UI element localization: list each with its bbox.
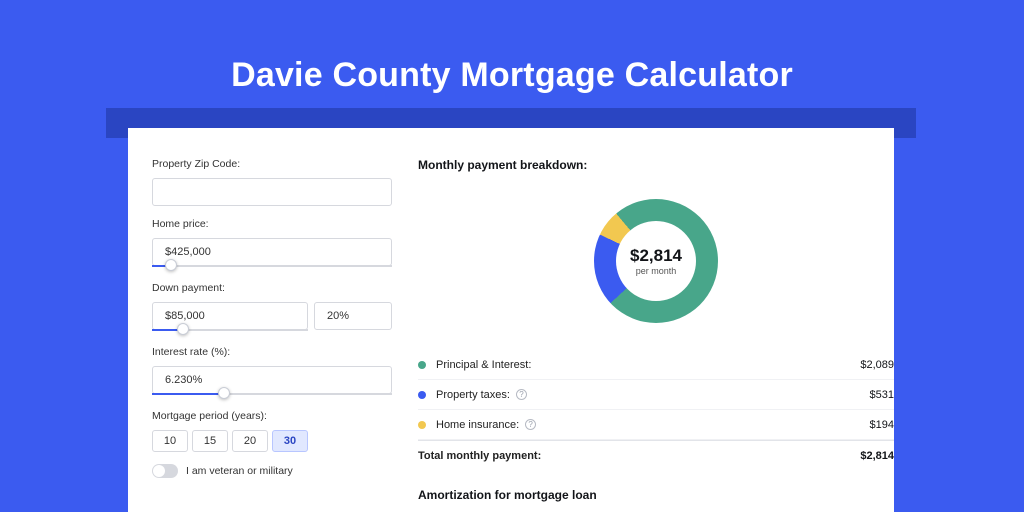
home-price-label: Home price: (152, 218, 408, 230)
legend-bullet-icon (418, 391, 426, 399)
interest-group: Interest rate (%): (152, 346, 408, 398)
veteran-row: I am veteran or military (152, 464, 408, 478)
info-icon[interactable]: ? (525, 419, 536, 430)
down-payment-slider-thumb[interactable] (177, 323, 189, 335)
page: Davie County Mortgage Calculator Propert… (0, 0, 1024, 512)
calculator-card: Property Zip Code: Home price: Down paym… (128, 128, 894, 512)
veteran-toggle[interactable] (152, 464, 178, 478)
page-title: Davie County Mortgage Calculator (0, 0, 1024, 95)
period-option-20[interactable]: 20 (232, 430, 268, 452)
breakdown-title: Monthly payment breakdown: (418, 158, 894, 172)
legend-label: Home insurance: (436, 419, 519, 431)
amortization-title: Amortization for mortgage loan (418, 488, 894, 502)
legend-total-label: Total monthly payment: (418, 450, 541, 462)
legend-label: Property taxes: (436, 389, 510, 401)
legend-row: Home insurance:? $194 (418, 410, 894, 440)
donut-chart: $2,814 per month (418, 186, 894, 336)
period-options: 10152030 (152, 430, 408, 452)
interest-slider[interactable] (152, 392, 392, 398)
home-price-slider[interactable] (152, 264, 392, 270)
legend-row: Property taxes:? $531 (418, 380, 894, 410)
info-icon[interactable]: ? (516, 389, 527, 400)
amortization-section: Amortization for mortgage loan Amortizat… (418, 488, 894, 512)
zip-label: Property Zip Code: (152, 158, 408, 170)
home-price-slider-thumb[interactable] (165, 259, 177, 271)
legend-total-row: Total monthly payment: $2,814 (418, 440, 894, 470)
period-option-10[interactable]: 10 (152, 430, 188, 452)
down-payment-input[interactable] (152, 302, 308, 330)
zip-input[interactable] (152, 178, 392, 206)
donut-center-value: $2,814 (630, 246, 682, 266)
legend-label: Principal & Interest: (436, 359, 531, 371)
down-payment-slider[interactable] (152, 328, 308, 334)
down-payment-pct-input[interactable] (314, 302, 392, 330)
legend-value: $531 (870, 389, 894, 401)
home-price-group: Home price: (152, 218, 408, 270)
legend-value: $194 (870, 419, 894, 431)
breakdown-column: Monthly payment breakdown: $2,814 per mo… (418, 128, 894, 512)
legend-row: Principal & Interest: $2,089 (418, 350, 894, 380)
veteran-label: I am veteran or military (186, 465, 293, 477)
interest-slider-thumb[interactable] (218, 387, 230, 399)
legend-total-value: $2,814 (860, 450, 894, 462)
period-label: Mortgage period (years): (152, 410, 408, 422)
interest-label: Interest rate (%): (152, 346, 408, 358)
veteran-toggle-knob (153, 465, 165, 477)
period-option-15[interactable]: 15 (192, 430, 228, 452)
legend-bullet-icon (418, 361, 426, 369)
home-price-input[interactable] (152, 238, 392, 266)
donut-center: $2,814 per month (616, 221, 696, 301)
period-group: Mortgage period (years): 10152030 (152, 410, 408, 452)
form-column: Property Zip Code: Home price: Down paym… (128, 128, 408, 478)
down-payment-group: Down payment: (152, 282, 408, 334)
down-payment-label: Down payment: (152, 282, 408, 294)
zip-group: Property Zip Code: (152, 158, 408, 206)
home-price-slider-track (152, 265, 392, 267)
legend-bullet-icon (418, 421, 426, 429)
donut-center-sub: per month (636, 266, 677, 276)
interest-input[interactable] (152, 366, 392, 394)
donut-ring: $2,814 per month (594, 199, 718, 323)
period-option-30[interactable]: 30 (272, 430, 308, 452)
legend: Principal & Interest: $2,089 Property taxe… (418, 350, 894, 470)
legend-value: $2,089 (860, 359, 894, 371)
interest-slider-fill (152, 393, 224, 395)
